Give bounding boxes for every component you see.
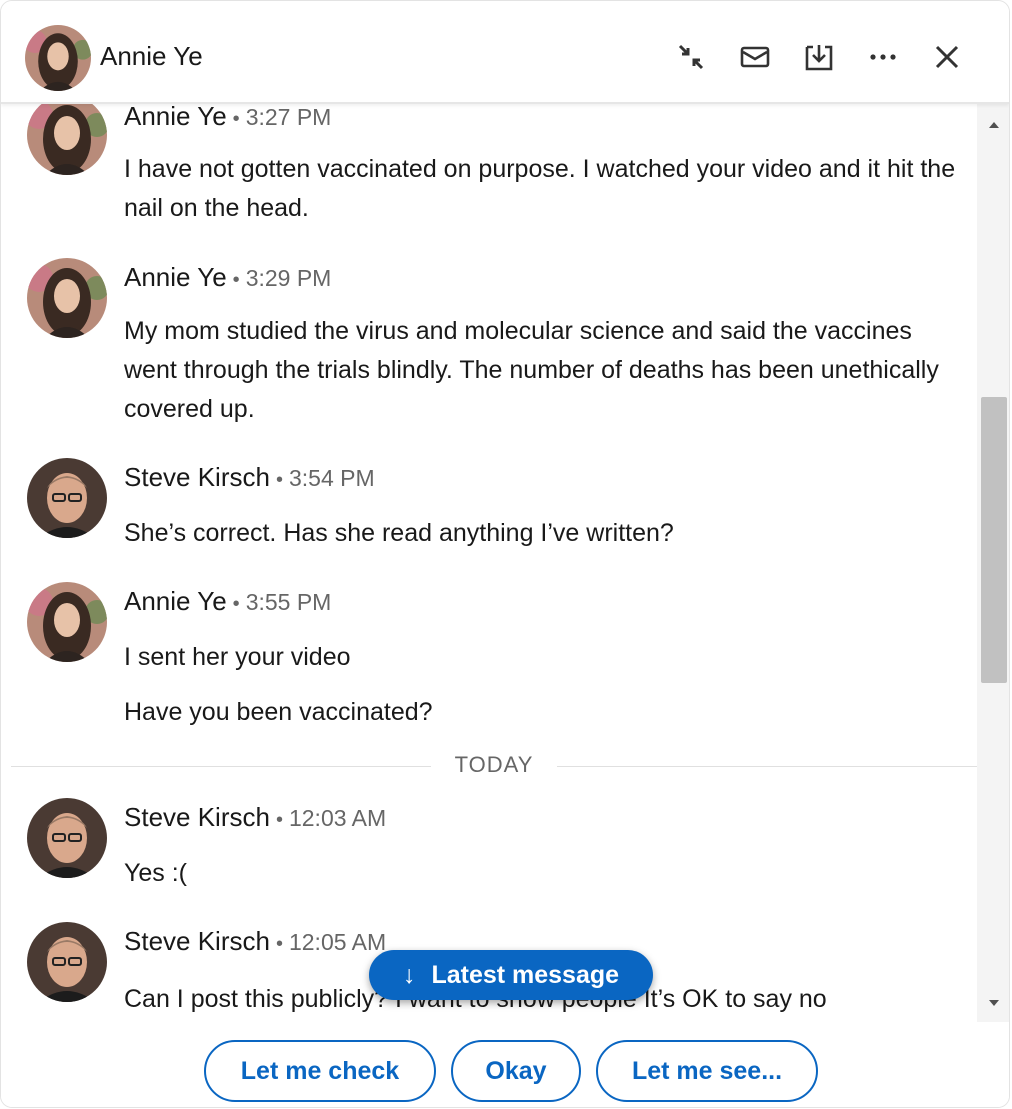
message-meta: Steve Kirsch • 12:05 AM [124, 926, 387, 956]
download-icon [805, 45, 833, 71]
message-meta: Annie Ye • 3:29 PM [124, 262, 332, 292]
message-time: 3:54 PM [288, 465, 375, 491]
avatar[interactable] [27, 582, 107, 662]
more-options-button[interactable] [851, 37, 915, 77]
message-list[interactable]: Annie Ye • 3:27 PM I have not gotten vacci… [1, 104, 977, 1022]
message-meta: Annie Ye • 3:27 PM [124, 104, 331, 132]
message-text: I sent her your video [124, 643, 351, 671]
scrollbar-thumb[interactable] [981, 397, 1007, 683]
steve-avatar-image [27, 922, 107, 1002]
message-text: She’s correct. Has she read anything I’v… [124, 519, 674, 547]
message-text: My mom studied the virus and molecular s… [124, 317, 939, 423]
compress-button[interactable] [659, 37, 723, 77]
suggestion-chip[interactable]: Okay [451, 1040, 581, 1102]
scrollbar[interactable] [977, 104, 1009, 1022]
scroll-up-arrow-icon [989, 122, 999, 128]
message-time: 12:05 AM [288, 929, 387, 955]
more-icon [870, 54, 896, 60]
messaging-window: Annie Ye Annie Ye • 3:27 PM I have not g… [0, 0, 1010, 1108]
annie-avatar-image [27, 258, 107, 338]
sender-name[interactable]: Steve Kirsch [124, 926, 270, 956]
arrow-down-icon: ↓ [402, 960, 416, 989]
header-actions [659, 37, 979, 77]
sender-name[interactable]: Annie Ye [124, 104, 227, 131]
annie-avatar-image [27, 104, 107, 175]
scroll-down-arrow-icon [989, 1000, 999, 1006]
message-text: Yes :( [124, 859, 188, 887]
annie-avatar-image [27, 582, 107, 662]
scroll-up-button[interactable] [977, 110, 1009, 140]
steve-avatar-image [27, 798, 107, 878]
annie-avatar-image [25, 25, 91, 91]
avatar[interactable] [27, 104, 107, 175]
sender-name[interactable]: Annie Ye [124, 262, 227, 292]
date-divider-label: TODAY [431, 752, 557, 778]
avatar[interactable] [25, 25, 91, 91]
avatar[interactable] [27, 798, 107, 878]
suggested-replies: Let me check Okay Let me see... [1, 1022, 1009, 1107]
suggestion-chip[interactable]: Let me check [204, 1040, 436, 1102]
sender-name[interactable]: Steve Kirsch [124, 462, 270, 492]
suggestion-chip[interactable]: Let me see... [596, 1040, 818, 1102]
sender-name[interactable]: Steve Kirsch [124, 802, 270, 832]
sender-name[interactable]: Annie Ye [124, 586, 227, 616]
email-button[interactable] [723, 37, 787, 77]
avatar[interactable] [27, 458, 107, 538]
steve-avatar-image [27, 458, 107, 538]
close-icon [935, 45, 959, 69]
save-button[interactable] [787, 37, 851, 77]
conversation-header: Annie Ye [1, 1, 1009, 104]
message-time: 3:27 PM [245, 104, 332, 130]
message-meta: Steve Kirsch • 3:54 PM [124, 462, 375, 492]
message-text: I have not gotten vaccinated on purpose.… [124, 155, 956, 222]
message-time: 3:29 PM [245, 265, 332, 291]
message-time: 12:03 AM [288, 805, 387, 831]
envelope-icon [740, 46, 770, 68]
compress-icon [678, 44, 704, 70]
latest-message-button[interactable]: ↓ Latest message [369, 950, 653, 1000]
scroll-down-button[interactable] [977, 988, 1009, 1018]
conversation-title[interactable]: Annie Ye [100, 41, 203, 72]
message-meta: Steve Kirsch • 12:03 AM [124, 802, 387, 832]
avatar[interactable] [27, 258, 107, 338]
message-text: Have you been vaccinated? [124, 698, 433, 726]
avatar[interactable] [27, 922, 107, 1002]
message-time: 3:55 PM [245, 589, 332, 615]
latest-message-label: Latest message [431, 960, 620, 989]
message-meta: Annie Ye • 3:55 PM [124, 586, 332, 616]
close-button[interactable] [915, 37, 979, 77]
